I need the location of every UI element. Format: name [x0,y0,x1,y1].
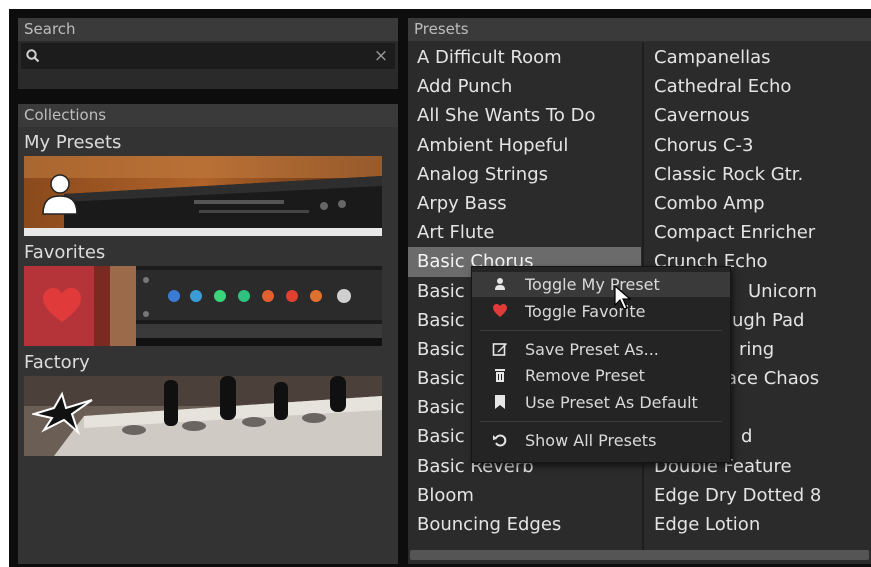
preset-item[interactable]: Combo Amp [644,189,871,218]
menu-item-remove-preset[interactable]: Remove Preset [472,363,730,388]
preset-item[interactable]: All She Wants To Do [408,101,641,130]
preset-item[interactable]: Edge Dry Dotted 8 [644,481,871,510]
collection-label-favorites: Favorites [24,242,106,263]
menu-item-toggle-my-preset[interactable]: Toggle My Preset [472,272,730,297]
bird-logo-icon [32,391,93,436]
collection-label-factory: Factory [24,352,90,373]
collection-my-presets[interactable] [24,156,382,236]
user-icon [495,278,505,290]
search-row: × [18,41,398,89]
preset-item[interactable]: Cathedral Echo [644,72,871,101]
preset-item[interactable]: Art Flute [408,218,641,247]
preset-item[interactable]: Classic Rock Gtr. [644,160,871,189]
collection-favorites[interactable] [24,266,382,346]
preset-item[interactable]: Chorus C-3 [644,131,871,160]
preset-item[interactable]: Analog Strings [408,160,641,189]
preset-item[interactable]: Compact Enricher [644,218,871,247]
preset-item[interactable]: Ambient Hopeful [408,131,641,160]
menu-separator [480,421,722,422]
preset-item[interactable]: A Difficult Room [408,43,641,72]
preset-item[interactable]: Bloom [408,481,641,510]
menu-item-label: Toggle My Preset [525,275,660,294]
menu-separator [480,330,722,331]
preset-item[interactable]: Bouncing Edges [408,510,641,539]
heart-icon [43,288,81,322]
menu-item-use-preset-as-default[interactable]: Use Preset As Default [472,390,730,415]
collection-factory[interactable] [24,376,382,456]
menu-item-label: Show All Presets [525,431,657,450]
preset-item[interactable]: Arpy Bass [408,189,641,218]
menu-item-label: Save Preset As... [525,340,659,359]
collections-list: My Presets Favorites Factory [18,127,398,564]
search-input[interactable] [45,43,369,71]
menu-item-toggle-favorite[interactable]: Toggle Favorite [472,299,730,324]
bookmark-icon [495,395,505,409]
horizontal-scrollbar[interactable] [410,550,869,560]
menu-item-label: Remove Preset [525,366,645,385]
menu-item-save-preset-as[interactable]: Save Preset As... [472,337,730,362]
collection-label-my-presets: My Presets [24,132,122,153]
preset-item[interactable]: Edge Lotion [644,510,871,539]
preset-item[interactable]: Add Punch [408,72,641,101]
menu-item-show-all-presets[interactable]: Show All Presets [472,428,730,453]
trash-icon [495,369,505,382]
presets-header: Presets [408,18,871,41]
search-header: Search [18,18,398,41]
heart-icon [493,304,507,317]
search-box[interactable]: × [21,43,395,71]
clear-search-icon[interactable]: × [371,45,391,67]
collections-header: Collections [18,104,398,127]
save-edit-icon [492,343,507,356]
preset-item[interactable]: Cavernous [644,101,871,130]
menu-item-label: Use Preset As Default [525,393,698,412]
undo-icon [493,434,507,447]
mouse-cursor-icon [614,285,632,310]
search-icon [26,49,40,63]
context-menu: Toggle My Preset Toggle Favorite Save Pr… [471,266,731,463]
preset-item[interactable]: Campanellas [644,43,871,72]
user-icon [42,174,78,215]
left-panel: Search × Collections My Presets Favorite… [18,18,398,564]
